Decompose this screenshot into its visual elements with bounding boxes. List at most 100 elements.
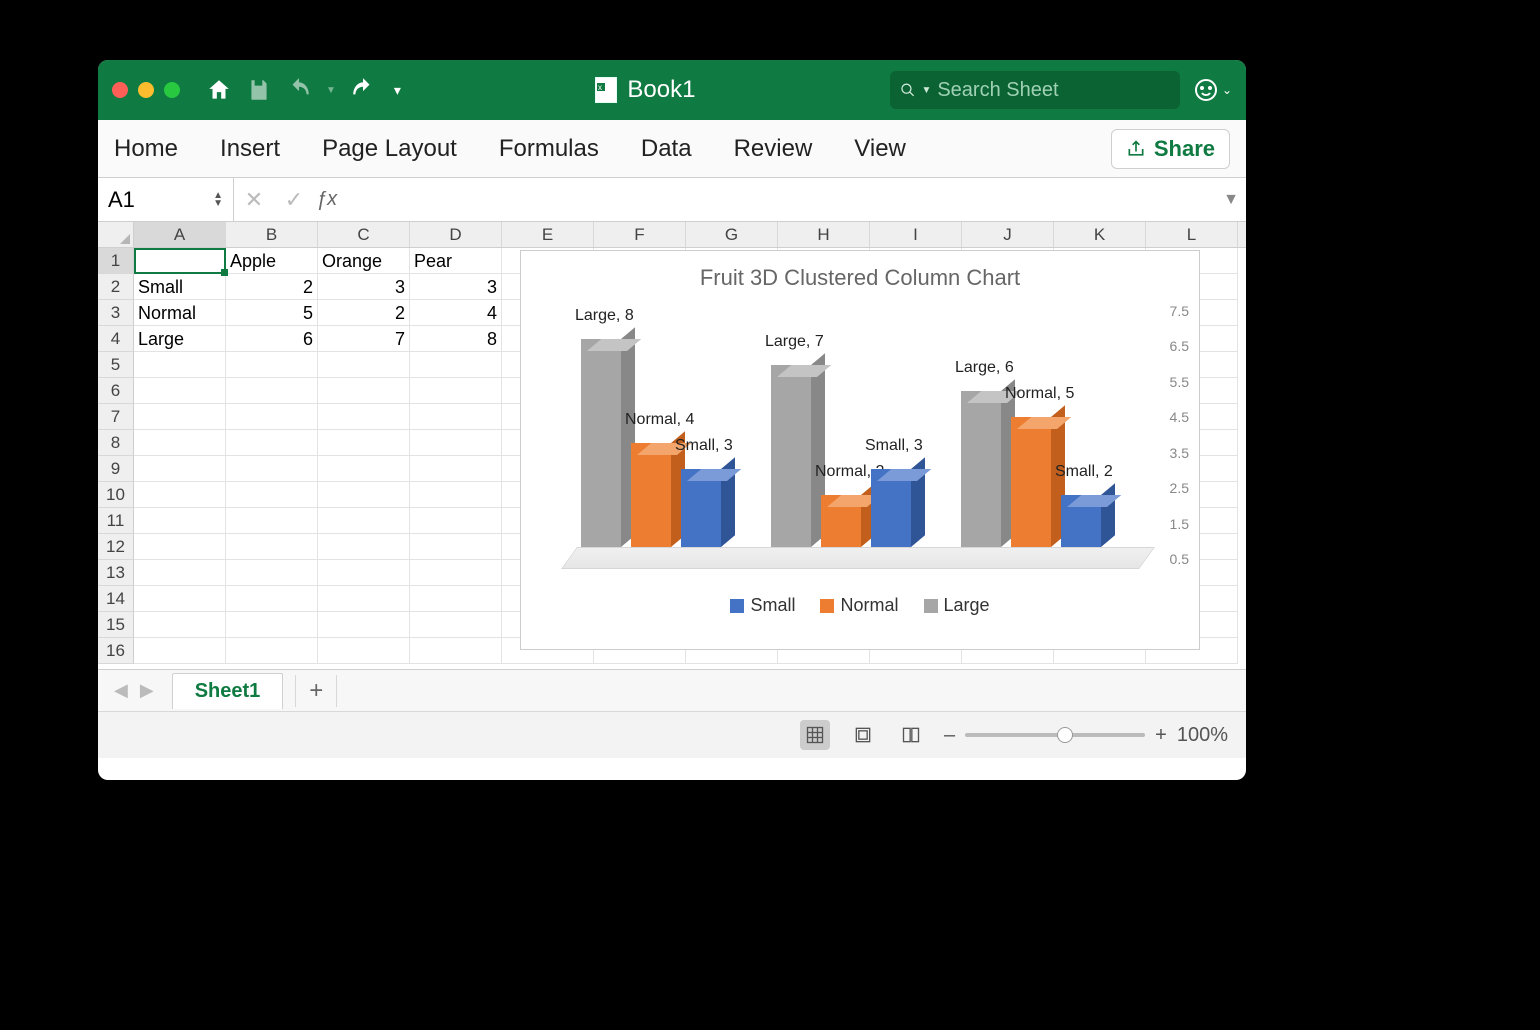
tab-insert[interactable]: Insert [220,135,280,163]
col-header-A[interactable]: A [134,222,226,247]
cell-D12[interactable] [410,534,502,560]
search-input[interactable] [937,79,1170,102]
col-header-D[interactable]: D [410,222,502,247]
cell-B13[interactable] [226,560,318,586]
zoom-percent[interactable]: 100% [1177,724,1228,747]
cell-B15[interactable] [226,612,318,638]
cell-D9[interactable] [410,456,502,482]
row-header-12[interactable]: 12 [98,534,134,560]
cell-A9[interactable] [134,456,226,482]
cell-D5[interactable] [410,352,502,378]
cell-D4[interactable]: 8 [410,326,502,352]
row-header-11[interactable]: 11 [98,508,134,534]
col-header-J[interactable]: J [962,222,1054,247]
col-header-E[interactable]: E [502,222,594,247]
cell-C14[interactable] [318,586,410,612]
cancel-formula-icon[interactable]: ✕ [234,187,274,213]
cell-A3[interactable]: Normal [134,300,226,326]
cell-A8[interactable] [134,430,226,456]
cell-D6[interactable] [410,378,502,404]
customize-qat-icon[interactable]: ▾ [394,82,401,99]
name-box-stepper[interactable]: ▲▼ [213,192,223,208]
save-icon[interactable] [246,77,272,103]
view-normal-button[interactable] [800,720,830,750]
cell-C1[interactable]: Orange [318,248,410,274]
search-dropdown-icon[interactable]: ▼ [921,85,931,96]
cell-B6[interactable] [226,378,318,404]
cell-C13[interactable] [318,560,410,586]
row-header-14[interactable]: 14 [98,586,134,612]
cell-B12[interactable] [226,534,318,560]
cell-B7[interactable] [226,404,318,430]
cell-A5[interactable] [134,352,226,378]
col-header-H[interactable]: H [778,222,870,247]
cell-A2[interactable]: Small [134,274,226,300]
row-header-3[interactable]: 3 [98,300,134,326]
row-header-2[interactable]: 2 [98,274,134,300]
cell-B14[interactable] [226,586,318,612]
col-header-G[interactable]: G [686,222,778,247]
col-header-C[interactable]: C [318,222,410,247]
name-box[interactable]: A1 ▲▼ [98,178,234,221]
view-page-break-button[interactable] [896,720,926,750]
cell-B10[interactable] [226,482,318,508]
cell-C4[interactable]: 7 [318,326,410,352]
col-header-F[interactable]: F [594,222,686,247]
cell-A10[interactable] [134,482,226,508]
embedded-chart[interactable]: Fruit 3D Clustered Column Chart 7.56.55.… [520,250,1200,650]
cell-B5[interactable] [226,352,318,378]
close-window-button[interactable] [112,82,128,98]
cell-C2[interactable]: 3 [318,274,410,300]
cell-D13[interactable] [410,560,502,586]
cell-D14[interactable] [410,586,502,612]
cell-B11[interactable] [226,508,318,534]
row-header-15[interactable]: 15 [98,612,134,638]
redo-icon[interactable] [350,77,376,103]
row-header-6[interactable]: 6 [98,378,134,404]
feedback-button[interactable]: ⌄ [1194,78,1232,102]
cell-D2[interactable]: 3 [410,274,502,300]
cell-A1[interactable] [134,248,226,274]
cell-B4[interactable]: 6 [226,326,318,352]
share-button[interactable]: Share [1111,129,1230,169]
tab-review[interactable]: Review [734,135,813,163]
cell-D16[interactable] [410,638,502,664]
row-header-5[interactable]: 5 [98,352,134,378]
search-sheet[interactable]: ▼ [890,71,1180,109]
cell-C6[interactable] [318,378,410,404]
cell-A6[interactable] [134,378,226,404]
cell-B16[interactable] [226,638,318,664]
row-header-7[interactable]: 7 [98,404,134,430]
expand-formula-bar-icon[interactable]: ▼ [1216,191,1246,209]
cell-C10[interactable] [318,482,410,508]
row-header-16[interactable]: 16 [98,638,134,664]
view-page-layout-button[interactable] [848,720,878,750]
tab-view[interactable]: View [854,135,906,163]
cell-C9[interactable] [318,456,410,482]
zoom-window-button[interactable] [164,82,180,98]
cell-C3[interactable]: 2 [318,300,410,326]
zoom-slider[interactable] [965,733,1145,737]
spreadsheet-grid[interactable]: A B C D E F G H I J K L 1AppleOrangePear… [98,222,1246,670]
cell-D10[interactable] [410,482,502,508]
tab-data[interactable]: Data [641,135,692,163]
cell-D11[interactable] [410,508,502,534]
cell-A13[interactable] [134,560,226,586]
row-header-4[interactable]: 4 [98,326,134,352]
cell-D1[interactable]: Pear [410,248,502,274]
cell-C12[interactable] [318,534,410,560]
cell-D8[interactable] [410,430,502,456]
cell-B8[interactable] [226,430,318,456]
cell-C5[interactable] [318,352,410,378]
cell-D7[interactable] [410,404,502,430]
cell-C15[interactable] [318,612,410,638]
zoom-out-button[interactable]: – [944,724,955,747]
cell-B2[interactable]: 2 [226,274,318,300]
minimize-window-button[interactable] [138,82,154,98]
cell-B3[interactable]: 5 [226,300,318,326]
tab-formulas[interactable]: Formulas [499,135,599,163]
col-header-L[interactable]: L [1146,222,1238,247]
enter-formula-icon[interactable]: ✓ [274,187,314,213]
cell-A4[interactable]: Large [134,326,226,352]
cell-C16[interactable] [318,638,410,664]
